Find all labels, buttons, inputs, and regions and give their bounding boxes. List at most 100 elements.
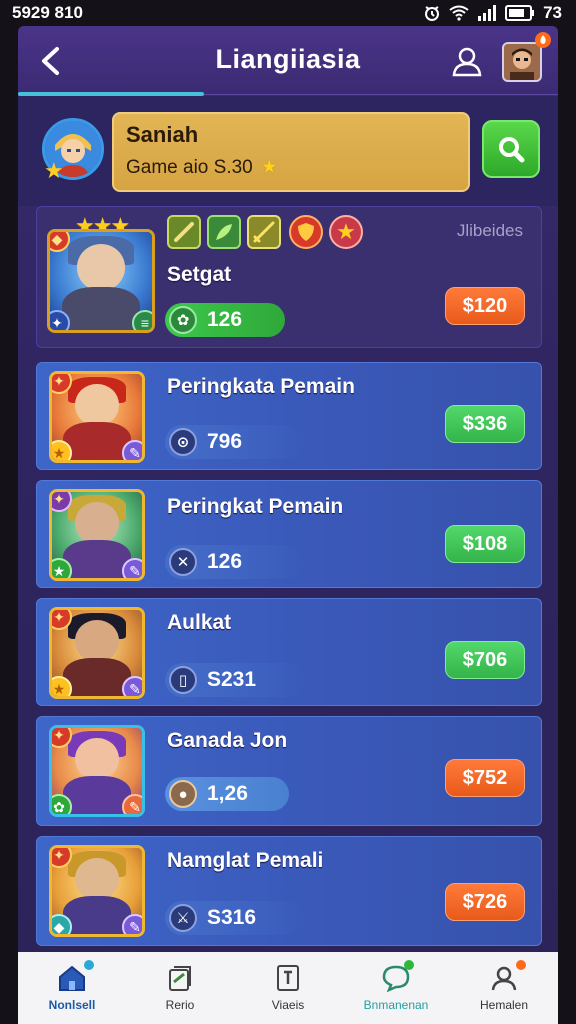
player-name: Peringkat Pemain (167, 495, 344, 518)
user-outline-icon (452, 47, 482, 77)
search-button[interactable] (482, 120, 540, 178)
player-row[interactable]: ✦ ★ ✎ Peringkata Pemain ⊙ 796 $336 (36, 362, 542, 470)
nav-document[interactable]: Viaeis (234, 952, 342, 1024)
element-icon: ✦ (50, 310, 70, 330)
battery-level: 73 (543, 3, 562, 22)
player-score-value: S231 (207, 668, 257, 691)
red-shield-icon (289, 215, 323, 249)
leaf-blade-icon (207, 215, 241, 249)
bottom-nav: Nonlsell Rerio Viaeis Bnmanenan Hemalen (18, 952, 558, 1024)
player-portrait: ✦ ★ ✎ (49, 371, 145, 463)
nav-chat[interactable]: Bnmanenan (342, 952, 450, 1024)
feather-icon: ✎ (122, 440, 142, 460)
nav-profile[interactable]: Hemalen (450, 952, 558, 1024)
golden-blade-icon (247, 215, 281, 249)
price-button[interactable]: $120 (445, 287, 525, 325)
player-row[interactable]: ✦ ★ ✎ Aulkat ▯ S231 $706 (36, 598, 542, 706)
player-score-value: 1,26 (207, 782, 248, 805)
battery-icon (505, 3, 535, 23)
player-portrait: ✦ ✿ ✎ (49, 725, 145, 817)
price-button[interactable]: $336 (445, 405, 525, 443)
user-game-label: Game aio S.30 (126, 156, 253, 178)
player-portrait: ✦ ★ ✎ (49, 489, 145, 581)
dagger-icon: ✕ (169, 548, 197, 576)
feather-icon: ✎ (122, 914, 142, 934)
feather-icon: ✎ (122, 558, 142, 578)
level-icon: ≡ (132, 310, 152, 330)
price-button[interactable]: $752 (445, 759, 525, 797)
wifi-icon (449, 3, 469, 23)
nav-label: Viaeis (271, 998, 305, 1012)
player-name: Setgat (167, 263, 232, 286)
category-label: Jlibeides (456, 221, 523, 240)
nav-label: Rerio (165, 998, 195, 1012)
player-row[interactable]: ✦ ✿ ✎ Ganada Jon ● 1,26 $752 (36, 716, 542, 826)
sword-emblem-icon: ⚔ (169, 904, 197, 932)
star-icon: ★ (52, 558, 72, 578)
nav-label: Bnmanenan (363, 998, 429, 1012)
gem-icon: ◆ (52, 914, 72, 934)
home-icon (59, 965, 85, 991)
avatar[interactable] (502, 42, 542, 82)
star-icon: ★ (260, 157, 278, 178)
user-name: Saniah (126, 122, 199, 147)
nav-home[interactable]: Nonlsell (18, 952, 126, 1024)
leaf-icon: ✿ (52, 794, 72, 814)
star-icon: ★ (52, 440, 72, 460)
profile-icon (491, 966, 517, 991)
cards-icon (169, 966, 191, 991)
player-row-featured[interactable]: ★★★ ◆ ✦ ≡ ★ Jlibeides Setgat ✿ 126 $120 (36, 206, 542, 348)
status-bar: 5929 810 73 (0, 0, 576, 26)
player-score-value: 126 (207, 550, 243, 573)
sword-icon (167, 215, 201, 249)
player-name: Namglat Pemali (167, 849, 324, 872)
header-divider (204, 94, 558, 95)
player-row[interactable]: ✦ ★ ✎ Peringkat Pemain ✕ 126 $108 (36, 480, 542, 588)
flame-icon (540, 35, 546, 44)
player-score-value: 796 (207, 430, 243, 453)
player-score: ▯ S231 (165, 663, 305, 697)
player-score-value: 126 (207, 308, 243, 331)
player-score-value: S316 (207, 906, 257, 929)
chat-notification-dot (404, 960, 414, 970)
alarm-icon (423, 3, 441, 23)
signal-icon (477, 3, 497, 23)
player-name: Peringkata Pemain (167, 375, 355, 398)
price-button[interactable]: $706 (445, 641, 525, 679)
status-icons: 73 (423, 3, 562, 23)
boulder-icon: ● (169, 780, 197, 808)
player-portrait: ✦ ★ ✎ (49, 607, 145, 699)
player-score: ✕ 126 (165, 545, 305, 579)
tablet-icon: ▯ (169, 666, 197, 694)
avatar-face-icon (504, 44, 540, 80)
star-icon: ★ (52, 676, 72, 696)
feather-icon: ✎ (122, 794, 142, 814)
app-frame: Liangiiasia ★ Saniah Game aio S.30 ★ ★★★… (18, 26, 558, 1024)
compass-icon: ⊙ (169, 428, 197, 456)
feather-icon: ✎ (122, 676, 142, 696)
nav-indicator-dot (84, 960, 94, 970)
nav-cards[interactable]: Rerio (126, 952, 234, 1024)
search-icon (499, 137, 525, 163)
clover-icon: ✿ (169, 306, 197, 334)
star-medal-icon: ★ (329, 215, 363, 249)
player-score: ⊙ 796 (165, 425, 305, 459)
status-time: 5929 810 (12, 3, 83, 22)
player-name: Ganada Jon (167, 729, 288, 752)
player-score: ✿ 126 (165, 303, 285, 337)
notification-badge (535, 32, 551, 48)
user-info-card[interactable]: Saniah Game aio S.30 ★ (112, 112, 470, 192)
back-button[interactable] (34, 44, 68, 78)
profile-notification-dot (516, 960, 526, 970)
player-portrait: ◆ ✦ ≡ (47, 229, 155, 333)
price-button[interactable]: $726 (445, 883, 525, 921)
document-icon (277, 965, 299, 991)
user-game-row: Game aio S.30 ★ (126, 156, 456, 179)
user-star-icon: ★ (44, 158, 64, 183)
profile-button[interactable] (450, 44, 484, 78)
nav-label: Nonlsell (48, 998, 96, 1012)
player-row[interactable]: ✦ ◆ ✎ Namglat Pemali ⚔ S316 $726 (36, 836, 542, 946)
player-portrait: ✦ ◆ ✎ (49, 845, 145, 937)
price-button[interactable]: $108 (445, 525, 525, 563)
nav-label: Hemalen (479, 998, 529, 1012)
